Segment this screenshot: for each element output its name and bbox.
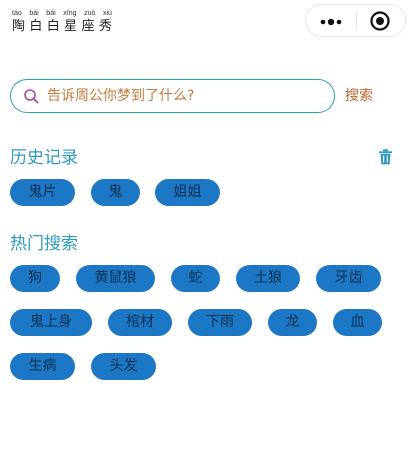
hot-tag[interactable]: 血 [333,309,382,336]
brand-pinyin-2: bái [46,10,56,17]
hot-tag[interactable]: 鬼上身 [10,309,92,336]
hot-tag[interactable]: 狗 [10,265,60,292]
history-title: 历史记录 [10,148,78,168]
trash-icon[interactable] [378,149,393,165]
brand-char-4: 座 [81,19,95,34]
hot-tag[interactable]: 头发 [91,353,156,380]
hot-tag[interactable]: 棺材 [108,309,172,336]
brand-pinyin: táo bái bái xīng zuò xiù [12,9,112,18]
more-icon[interactable] [319,14,343,28]
brand-pinyin-5: xiù [103,10,112,17]
capsule-divider [356,13,357,30]
hot-tag[interactable]: 牙齿 [316,265,381,292]
brand-char-1: 白 [29,19,43,34]
hot-tag[interactable]: 土狼 [236,265,300,292]
search-input[interactable] [47,84,327,108]
hot-tag[interactable]: 黄鼠狼 [76,265,155,292]
brand-char-0: 陶 [12,19,26,34]
history-tag[interactable]: 姐姐 [155,179,220,206]
miniprogram-capsule [305,4,406,37]
brand-char-3: 星 [64,19,78,34]
brand-char-5: 秀 [98,19,112,34]
hot-title: 热门搜索 [10,234,78,254]
hot-tag[interactable]: 蛇 [171,265,220,292]
brand-pinyin-1: bái [29,10,39,17]
hot-tag[interactable]: 龙 [268,309,317,336]
search-icon [23,88,39,104]
brand-pinyin-3: xīng [63,10,77,17]
history-tag[interactable]: 鬼片 [10,179,75,206]
brand-pinyin-0: táo [12,10,22,17]
hot-tag[interactable]: 生病 [10,353,75,380]
close-circle-icon[interactable] [369,10,391,32]
search-box[interactable] [10,79,335,113]
brand-title: 陶 白 白 星 座 秀 [12,19,112,35]
history-tag[interactable]: 鬼 [91,179,140,206]
hot-tag[interactable]: 下雨 [188,309,252,336]
search-button[interactable]: 搜索 [345,85,373,107]
brand-char-2: 白 [46,19,60,34]
app-logo: táo bái bái xīng zuò xiù 陶 白 白 星 座 秀 [12,9,112,37]
brand-pinyin-4: zuò [84,10,96,17]
